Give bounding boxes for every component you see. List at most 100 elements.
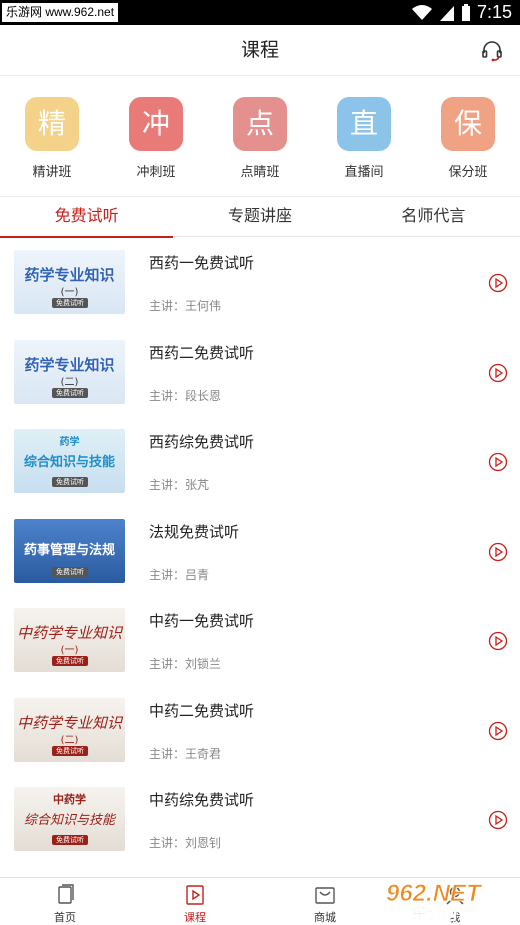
category-icon: 点 bbox=[233, 97, 287, 151]
category-label: 保分班 bbox=[448, 165, 488, 180]
course-title: 西药综免费试听 bbox=[149, 433, 255, 451]
course-thumbnail: 药学 综合知识与技能 免费试听 bbox=[14, 429, 125, 493]
play-icon[interactable] bbox=[488, 542, 508, 562]
list-item[interactable]: 中药学专业知识 (一) 免费试听 中药一免费试听 主讲：刘锁兰 bbox=[0, 596, 520, 686]
signal-icon bbox=[439, 5, 454, 21]
course-thumbnail: 中药学专业知识 (二) 免费试听 bbox=[14, 697, 125, 762]
course-thumbnail: 中药学专业知识 (一) 免费试听 bbox=[14, 608, 125, 672]
nav-label: 首页 bbox=[54, 911, 76, 924]
category-jingjiang[interactable]: 精 精讲班 bbox=[0, 77, 104, 196]
course-teacher: 主讲：王何伟 bbox=[149, 299, 222, 313]
thumbnail-badge: 免费试听 bbox=[52, 656, 88, 666]
category-label: 冲刺班 bbox=[136, 165, 176, 180]
course-thumbnail: 药事管理与法规 免费试听 bbox=[14, 518, 125, 583]
clock: 7:15 bbox=[476, 2, 512, 22]
tab-famous-teachers[interactable]: 名师代言 bbox=[347, 197, 520, 236]
list-item[interactable]: 药事管理与法规 免费试听 法规免费试听 主讲：吕青 bbox=[0, 506, 520, 596]
list-item[interactable]: 药学专业知识 (一) 免费试听 西药一免费试听 主讲：王何伟 bbox=[0, 238, 520, 328]
page-title: 课程 bbox=[240, 39, 279, 61]
thumbnail-title: 药事管理与法规 bbox=[23, 542, 115, 558]
wifi-icon bbox=[411, 4, 432, 20]
category-label: 点睛班 bbox=[240, 165, 280, 180]
nav-home[interactable]: 首页 bbox=[0, 878, 130, 925]
course-title: 中药二免费试听 bbox=[149, 701, 255, 720]
nav-profile[interactable]: 我 bbox=[390, 878, 520, 925]
tab-free-trial[interactable]: 免费试听 bbox=[0, 197, 174, 238]
play-icon[interactable] bbox=[488, 363, 508, 383]
course-list: 药学专业知识 (一) 免费试听 西药一免费试听 主讲：王何伟 药学专业知识 (二… bbox=[0, 238, 520, 865]
status-bar: 乐游网 www.962.net 7:15 bbox=[0, 0, 520, 25]
course-title: 中药综免费试听 bbox=[149, 791, 255, 809]
thumbnail-subtitle: (二) bbox=[60, 376, 79, 388]
thumbnail-subtitle: (一) bbox=[60, 287, 79, 298]
play-icon[interactable] bbox=[488, 631, 508, 651]
list-item[interactable]: 药学 综合知识与技能 免费试听 西药综免费试听 主讲：张芃 bbox=[0, 417, 520, 507]
category-icon: 保 bbox=[441, 97, 495, 151]
thumbnail-subtitle: (一) bbox=[60, 645, 79, 656]
play-icon[interactable] bbox=[488, 273, 508, 293]
course-teacher: 主讲：段长恩 bbox=[149, 388, 222, 403]
course-tabs: 免费试听 专题讲座 名师代言 bbox=[0, 197, 520, 238]
battery-icon bbox=[461, 3, 470, 21]
course-title: 法规免费试听 bbox=[149, 522, 240, 541]
course-teacher: 主讲：刘恩钊 bbox=[149, 836, 222, 850]
thumbnail-title: 综合知识与技能 bbox=[23, 455, 115, 470]
category-baofen[interactable]: 保 保分班 bbox=[416, 77, 520, 196]
thumbnail-title: 药学专业知识 bbox=[24, 266, 115, 284]
site-watermark: 乐游网 www.962.net bbox=[2, 3, 119, 22]
nav-label: 商城 bbox=[314, 911, 336, 924]
course-thumbnail: 药学专业知识 (二) 免费试听 bbox=[14, 339, 125, 404]
category-icon: 直 bbox=[337, 97, 391, 151]
category-chongci[interactable]: 冲 冲刺班 bbox=[104, 77, 208, 196]
profile-icon bbox=[446, 886, 464, 905]
thumbnail-title: 中药学专业知识 bbox=[16, 713, 122, 732]
nav-courses[interactable]: 课程 bbox=[130, 878, 260, 925]
course-teacher: 主讲：王奇君 bbox=[149, 746, 222, 761]
thumbnail-subtitle: 中药学 bbox=[53, 793, 86, 806]
play-icon[interactable] bbox=[488, 452, 508, 472]
list-item[interactable]: 中药学 综合知识与技能 免费试听 中药综免费试听 主讲：刘恩钊 bbox=[0, 775, 520, 865]
nav-label: 课程 bbox=[184, 911, 206, 924]
category-icon: 精 bbox=[25, 97, 79, 151]
course-title: 西药一免费试听 bbox=[149, 254, 255, 272]
course-title: 西药二免费试听 bbox=[149, 343, 255, 362]
tab-lectures[interactable]: 专题讲座 bbox=[173, 197, 346, 236]
thumbnail-badge: 免费试听 bbox=[52, 835, 88, 845]
thumbnail-title: 综合知识与技能 bbox=[23, 813, 115, 828]
headset-icon[interactable] bbox=[480, 39, 504, 63]
nav-label: 我 bbox=[449, 911, 461, 924]
course-thumbnail: 药学专业知识 (一) 免费试听 bbox=[14, 250, 125, 314]
list-item[interactable]: 中药学专业知识 (二) 免费试听 中药二免费试听 主讲：王奇君 bbox=[0, 685, 520, 775]
thumbnail-badge: 免费试听 bbox=[52, 566, 88, 577]
list-item[interactable]: 药学专业知识 (二) 免费试听 西药二免费试听 主讲：段长恩 bbox=[0, 327, 520, 417]
thumbnail-badge: 免费试听 bbox=[52, 298, 88, 308]
course-teacher: 主讲：吕青 bbox=[149, 567, 210, 582]
course-thumbnail: 中药学 综合知识与技能 免费试听 bbox=[14, 787, 125, 851]
home-icon bbox=[58, 884, 74, 904]
category-dianjing[interactable]: 点 点睛班 bbox=[208, 77, 312, 196]
thumbnail-badge: 免费试听 bbox=[52, 745, 88, 756]
course-teacher: 主讲：刘锁兰 bbox=[149, 657, 222, 671]
course-title: 中药一免费试听 bbox=[149, 612, 255, 630]
play-square-icon bbox=[186, 885, 204, 905]
thumbnail-badge: 免费试听 bbox=[52, 477, 88, 487]
app-screen: 乐游网 www.962.net 7:15 课程 精 精讲班 冲 冲刺班 点 点睛… bbox=[0, 0, 520, 925]
bottom-nav: 首页 课程 商城 我 bbox=[0, 877, 520, 925]
thumbnail-subtitle: 药学 bbox=[59, 437, 80, 448]
category-icon: 冲 bbox=[129, 97, 183, 151]
thumbnail-title: 中药学专业知识 bbox=[16, 624, 122, 642]
category-grid: 精 精讲班 冲 冲刺班 点 点睛班 直 直播间 保 保分班 bbox=[0, 77, 520, 197]
category-zhibo[interactable]: 直 直播间 bbox=[312, 77, 416, 196]
play-icon[interactable] bbox=[488, 721, 508, 741]
category-label: 直播间 bbox=[344, 165, 384, 180]
nav-mall[interactable]: 商城 bbox=[260, 878, 390, 925]
thumbnail-title: 药学专业知识 bbox=[24, 355, 115, 374]
category-label: 精讲班 bbox=[32, 165, 72, 180]
status-icons: 7:15 bbox=[411, 0, 512, 25]
play-icon[interactable] bbox=[488, 810, 508, 830]
course-teacher: 主讲：张芃 bbox=[149, 478, 210, 492]
thumbnail-badge: 免费试听 bbox=[52, 387, 88, 398]
thumbnail-subtitle: (二) bbox=[60, 734, 79, 746]
top-bar: 课程 bbox=[0, 25, 520, 76]
mall-icon bbox=[315, 887, 335, 904]
